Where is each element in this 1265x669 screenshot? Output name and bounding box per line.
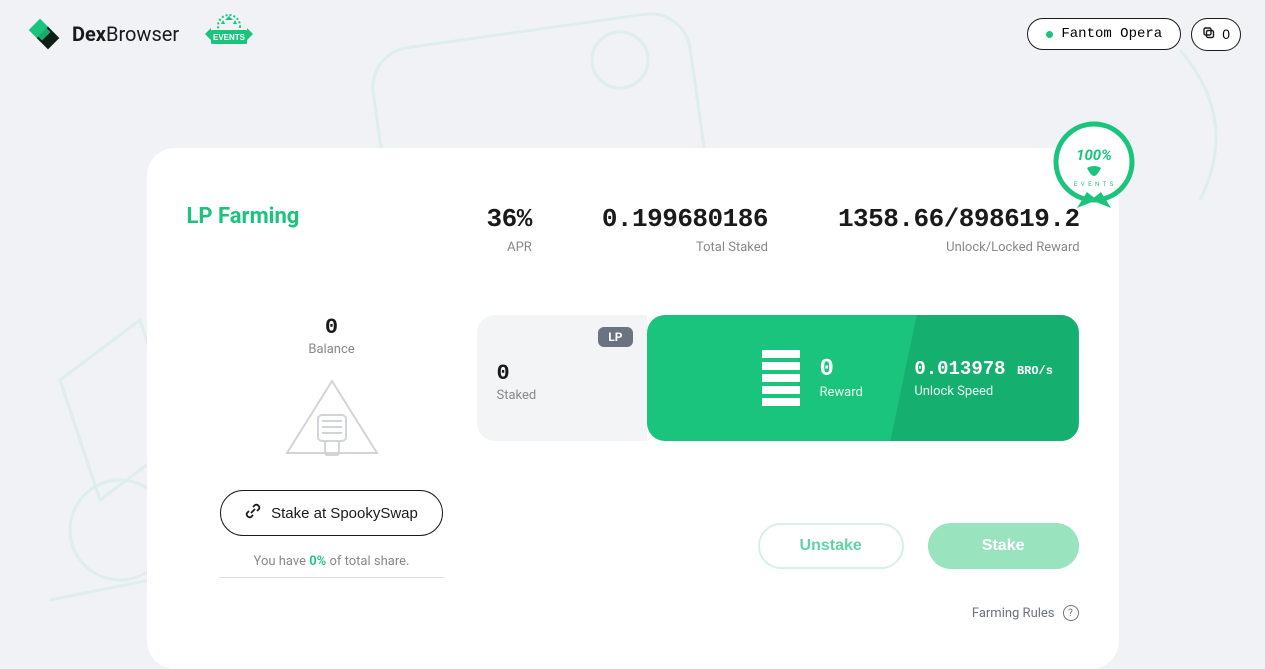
apr-label: APR [487,240,532,255]
stats-group: 36% APR 0.199680186 Total Staked 1358.66… [487,204,1080,255]
unlock-locked-value: 1358.66/898619.2 [838,204,1080,234]
balance-label: Balance [308,342,354,357]
unstake-button[interactable]: Unstake [758,523,904,569]
reward-label: Reward [820,385,863,400]
help-icon: ? [1063,605,1079,621]
bars-icon [762,350,800,406]
lp-strip: LP 0 Staked [477,315,647,441]
right-column: LP 0 Staked BRO 0 Reward [477,315,1079,621]
lp-pill: LP [598,327,632,347]
share-percent: 0% [309,554,326,569]
stake-at-dex-button[interactable]: Stake at SpookySwap [220,490,443,536]
stat-unlock-locked: 1358.66/898619.2 Unlock/Locked Reward [838,204,1080,255]
brand-logo[interactable]: DexBrowser [24,14,179,54]
header-right: Fantom Opera 0 [1027,18,1241,51]
header: DexBrowser EVENTS Fantom Opera [0,0,1265,68]
total-staked-label: Total Staked [602,240,768,255]
staked-value: 0 [497,361,627,386]
unlock-locked-label: Unlock/Locked Reward [838,240,1080,255]
stake-button[interactable]: Stake [928,523,1079,569]
speed-value: 0.013978 BRO/s [914,358,1054,380]
wallet-copy-button[interactable]: 0 [1191,18,1241,51]
strip-row: LP 0 Staked BRO 0 Reward [477,315,1079,441]
link-icon [245,503,261,523]
actions-row: Unstake Stake [477,523,1079,569]
balance-column: 0 Balance [187,315,477,621]
logo-text: DexBrowser [72,22,179,46]
network-selector[interactable]: Fantom Opera [1027,18,1181,50]
copy-icon [1202,26,1216,43]
svg-text:100%: 100% [1076,146,1112,164]
stake-link-label: Stake at SpookySwap [271,505,418,522]
stats-row: LP Farming 36% APR 0.199680186 Total Sta… [187,204,1079,255]
reward-section: 0 Reward [647,315,915,441]
card-title: LP Farming [187,204,487,229]
body-row: 0 Balance [187,315,1079,621]
events-seal: 100% E V E N T S [1049,120,1139,210]
rules-label: Farming Rules [972,606,1055,621]
staked-label: Staked [497,388,627,403]
reward-value: 0 [820,356,863,383]
header-left: DexBrowser EVENTS [24,14,257,54]
speed-section: 0.013978 BRO/s Unlock Speed [890,315,1078,441]
svg-text:E V E N T S: E V E N T S [1073,181,1113,188]
balance-value: 0 [325,315,338,340]
rules-row[interactable]: Farming Rules ? [477,605,1079,621]
wallet-short: 0 [1222,26,1230,42]
logo-icon [24,14,64,54]
stat-total-staked: 0.199680186 Total Staked [602,204,768,255]
events-badge[interactable]: EVENTS [201,14,257,54]
bro-strip: BRO 0 Reward 0.013978 BRO/s [647,315,1079,441]
apr-value: 36% [487,204,532,234]
farming-card: 100% E V E N T S LP Farming 36% APR 0.19… [147,148,1119,669]
total-staked-value: 0.199680186 [602,204,768,234]
network-name: Fantom Opera [1061,26,1162,42]
fist-illustration [277,375,387,470]
stat-apr: 36% APR [487,204,532,255]
speed-label: Unlock Speed [914,384,1054,399]
svg-text:EVENTS: EVENTS [213,33,246,42]
share-line: You have 0% of total share. [219,554,444,578]
network-status-dot [1046,31,1053,38]
